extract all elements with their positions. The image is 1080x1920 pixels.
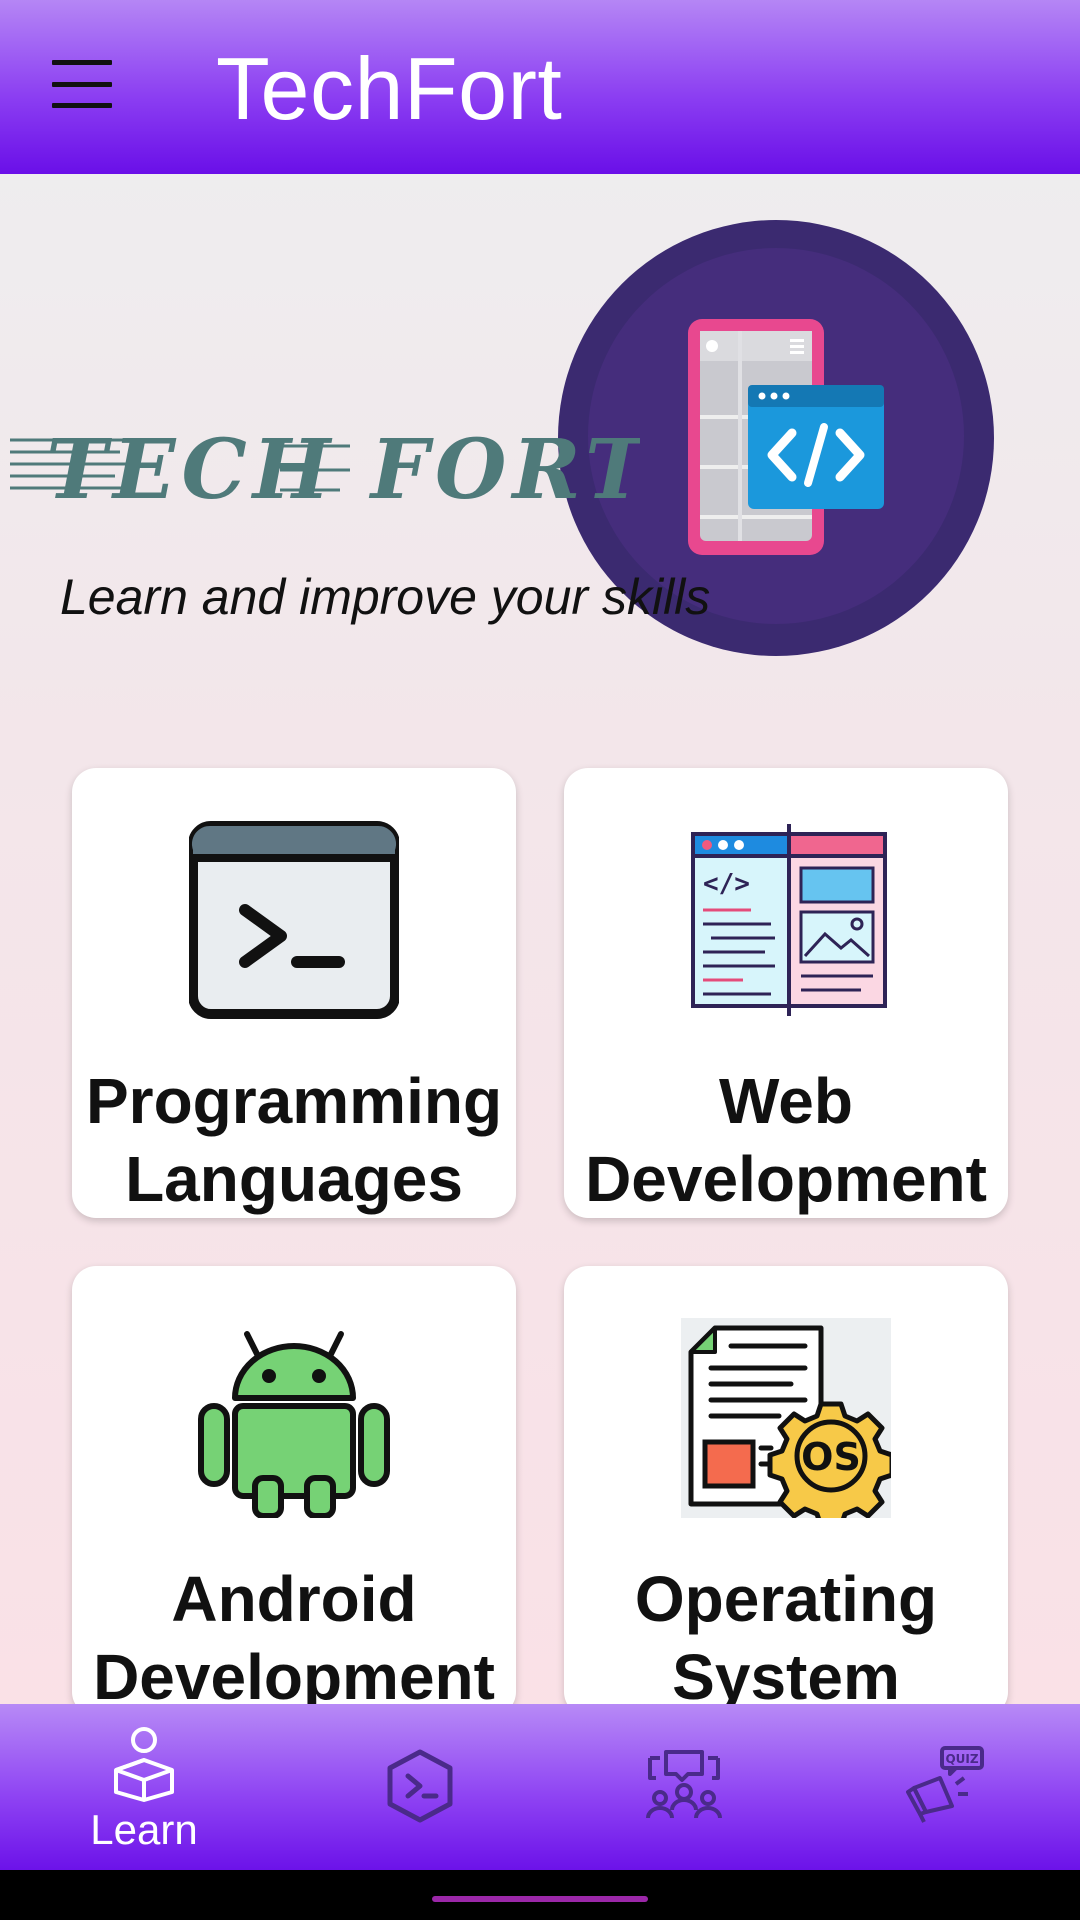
terminal-hexagon-icon — [387, 1749, 453, 1823]
category-label: Android Development — [93, 1563, 495, 1713]
svg-text:</>: </> — [703, 869, 750, 899]
nav-item-community[interactable] — [584, 1704, 784, 1870]
nav-item-learn[interactable]: Learn — [44, 1704, 244, 1870]
android-robot-icon — [198, 1331, 390, 1518]
brand-logo-text: TECH FORT — [10, 422, 640, 510]
gesture-navigation-bar[interactable] — [432, 1896, 648, 1902]
app-title: TechFort — [216, 39, 563, 138]
nav-label-learn: Learn — [90, 1806, 198, 1853]
os-document-gear-icon: OS — [681, 1318, 891, 1518]
svg-text:OS: OS — [801, 1435, 861, 1479]
category-card-android-development[interactable]: Android Development — [72, 1266, 516, 1716]
mobile-code-icon — [688, 319, 884, 555]
bottom-navigation: Learn QUIZ — [0, 1704, 1080, 1870]
community-chat-icon — [646, 1750, 722, 1819]
terminal-window-icon — [189, 821, 399, 1019]
nav-item-compiler[interactable] — [320, 1704, 520, 1870]
category-label: Programming Languages — [85, 1065, 503, 1215]
category-card-operating-system[interactable]: OS Operating System — [564, 1266, 1008, 1716]
category-card-programming-languages[interactable]: Programming Languages — [72, 768, 516, 1218]
nav-item-quiz[interactable]: QUIZ — [846, 1704, 1046, 1870]
brand-text: TECH FORT — [46, 422, 640, 510]
category-card-web-development[interactable]: </> Web Development — [564, 768, 1008, 1218]
hamburger-menu-icon[interactable] — [52, 60, 112, 108]
web-layout-icon: </> — [691, 824, 887, 1016]
category-label: Operating System — [634, 1563, 938, 1713]
svg-text:QUIZ: QUIZ — [945, 1752, 978, 1766]
tagline: Learn and improve your skills — [60, 569, 711, 625]
quiz-megaphone-icon: QUIZ — [906, 1746, 984, 1823]
app-screen: TechFort TECH FORT Learn and improve you… — [0, 0, 1080, 1870]
category-label: Web Development — [585, 1065, 987, 1215]
top-app-bar: TechFort — [0, 0, 1080, 174]
learn-book-icon — [114, 1727, 174, 1802]
